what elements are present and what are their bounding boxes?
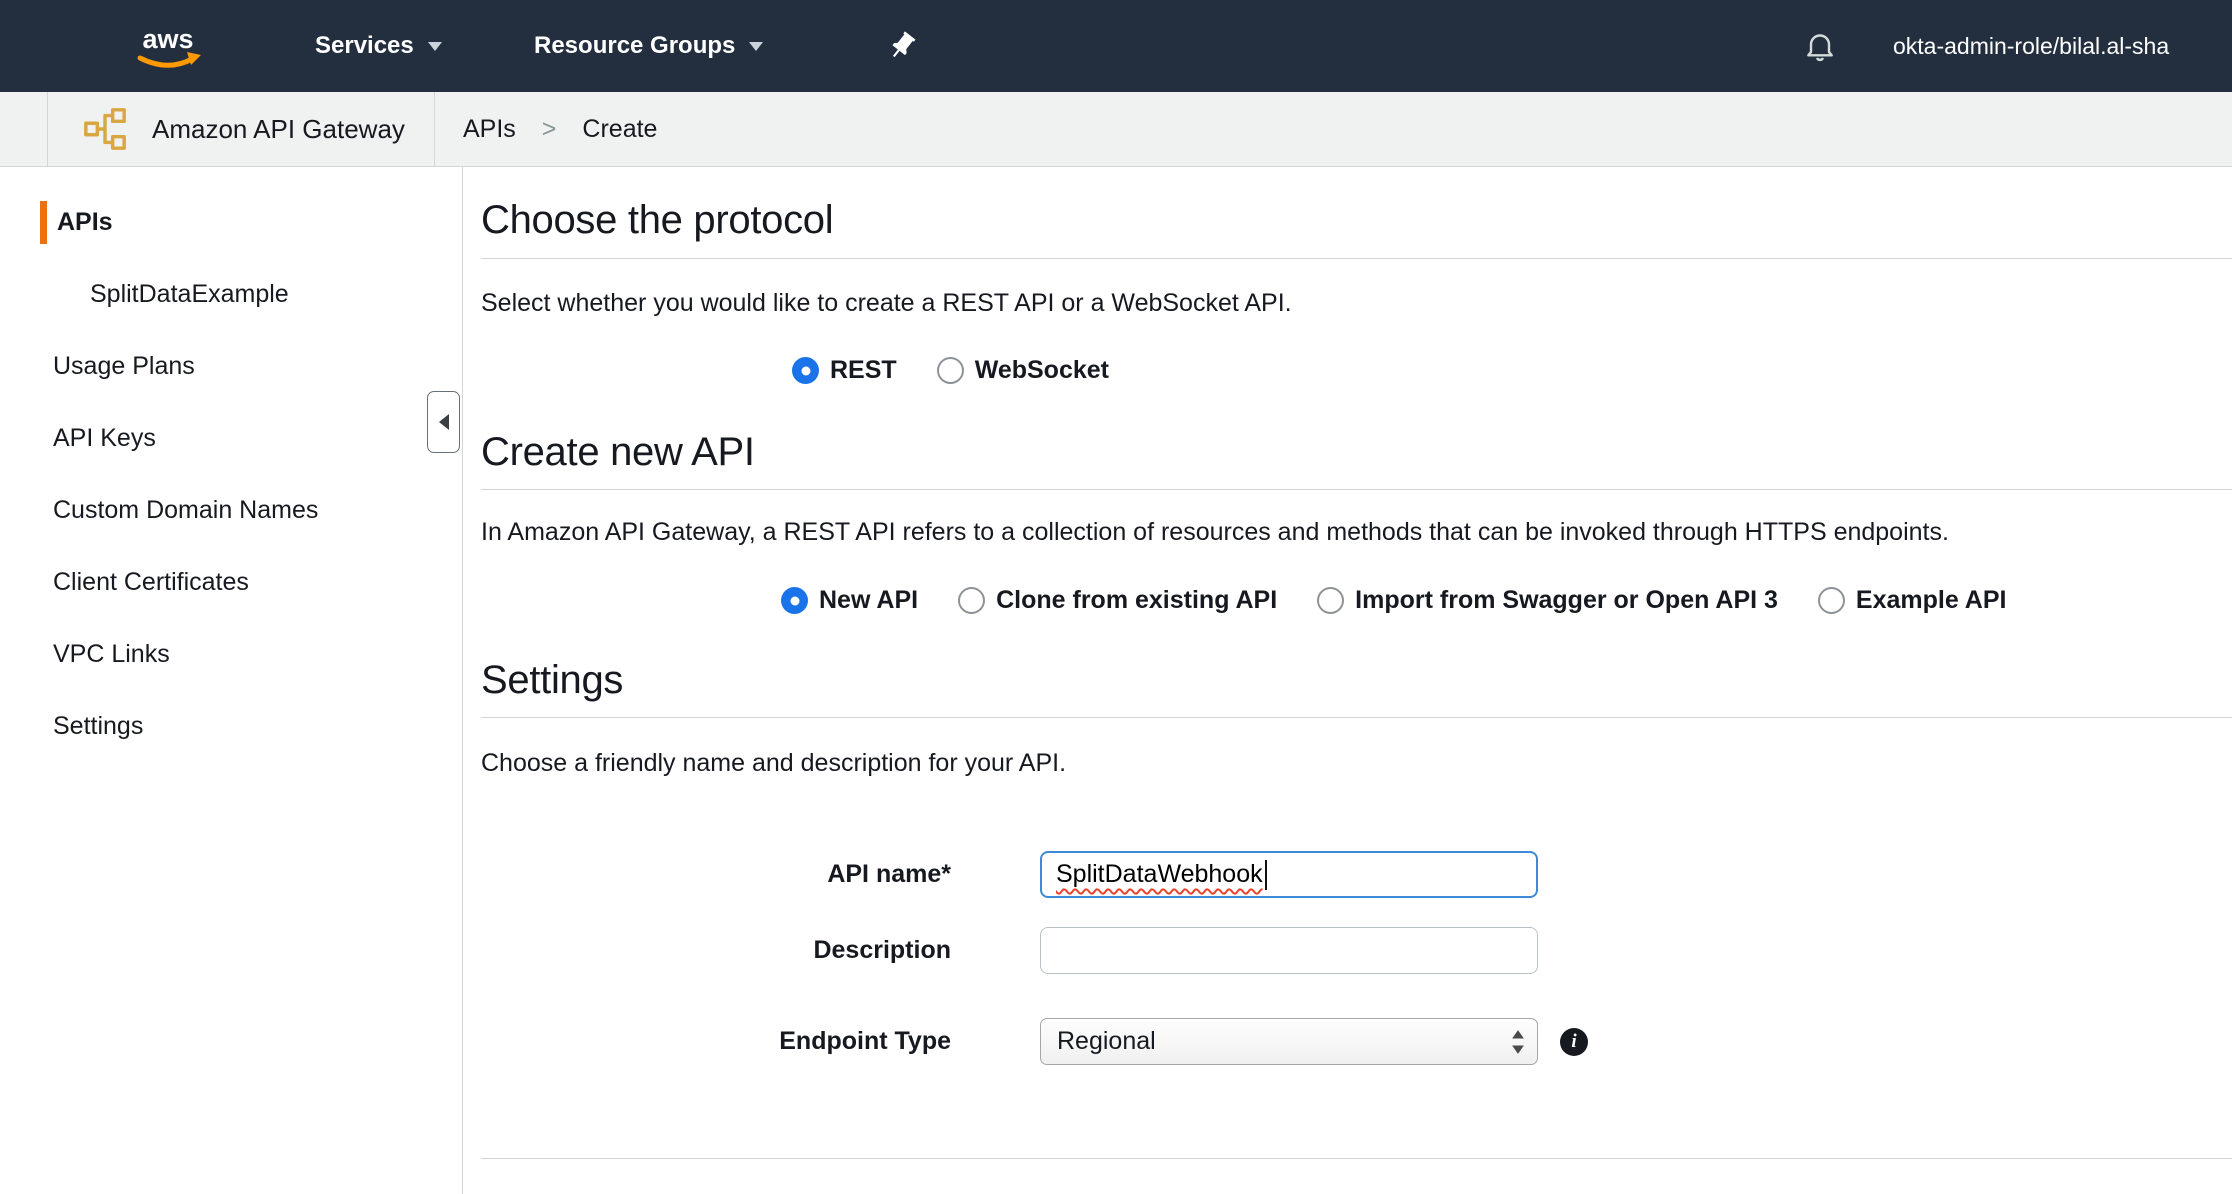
radio-option-new-api[interactable]: New API [781, 586, 918, 615]
api-gateway-icon [82, 106, 128, 152]
resource-groups-menu[interactable]: Resource Groups [534, 0, 763, 92]
endpoint-type-label: Endpoint Type [481, 1027, 951, 1056]
main-content: Choose the protocol Select whether you w… [464, 167, 2232, 1194]
protocol-radio-group: REST WebSocket [792, 356, 2232, 385]
breadcrumb-bar: Amazon API Gateway APIs > Create [0, 92, 2232, 167]
services-label: Services [315, 32, 414, 60]
select-stepper-icon [1511, 1030, 1525, 1054]
service-name[interactable]: Amazon API Gateway [152, 92, 405, 167]
api-name-row: API name* SplitDataWebhook [481, 851, 2232, 898]
section-title-choose-protocol: Choose the protocol [481, 195, 2232, 245]
radio-option-clone-api[interactable]: Clone from existing API [958, 586, 1277, 615]
radio-unchecked-icon [958, 587, 985, 614]
text-cursor [1265, 860, 1267, 890]
info-icon[interactable]: i [1560, 1028, 1588, 1056]
services-menu[interactable]: Services [315, 0, 442, 92]
chevron-down-icon [428, 42, 442, 51]
notifications-bell-icon[interactable] [1802, 0, 1838, 92]
section-title-settings: Settings [481, 655, 2232, 705]
radio-option-example-api[interactable]: Example API [1818, 586, 2007, 615]
radio-unchecked-icon [1317, 587, 1344, 614]
radio-checked-icon [792, 357, 819, 384]
sidebar-item-custom-domain-names[interactable]: Custom Domain Names [0, 474, 462, 546]
breadcrumb-separator: > [542, 115, 557, 144]
settings-form: API name* SplitDataWebhook Description E… [481, 851, 2232, 1065]
api-name-label: API name* [481, 860, 951, 889]
description-label: Description [481, 936, 951, 965]
account-menu[interactable]: okta-admin-role/bilal.al-sha [1893, 0, 2169, 92]
breadcrumb-create: Create [582, 115, 657, 144]
top-nav-bar: aws Services Resource Groups okta-admin-… [0, 0, 2232, 92]
endpoint-type-row: Endpoint Type Regional i [481, 1018, 2232, 1065]
radio-checked-icon [781, 587, 808, 614]
endpoint-type-select[interactable]: Regional [1040, 1018, 1538, 1065]
sidebar-item-client-certificates[interactable]: Client Certificates [0, 546, 462, 618]
breadcrumb: APIs > Create [463, 92, 657, 167]
description-input[interactable] [1040, 927, 1538, 974]
section-title-create-new-api: Create new API [481, 427, 2232, 477]
radio-option-websocket[interactable]: WebSocket [937, 356, 1109, 385]
chevron-down-icon [749, 42, 763, 51]
radio-option-rest[interactable]: REST [792, 356, 897, 385]
api-name-value: SplitDataWebhook [1056, 860, 1263, 889]
resource-groups-label: Resource Groups [534, 32, 735, 60]
divider [481, 489, 2232, 490]
divider [481, 258, 2232, 259]
svg-text:aws: aws [142, 24, 193, 54]
breadcrumb-apis[interactable]: APIs [463, 115, 516, 144]
pin-icon-button[interactable] [886, 0, 918, 92]
sidebar-item-apis[interactable]: APIs [0, 186, 462, 258]
pin-icon [880, 24, 925, 69]
sidebar-collapse-button[interactable] [427, 391, 460, 453]
settings-description: Choose a friendly name and description f… [481, 747, 2232, 780]
sidebar-item-settings[interactable]: Settings [0, 690, 462, 762]
radio-option-import-swagger[interactable]: Import from Swagger or Open API 3 [1317, 586, 1778, 615]
aws-logo[interactable]: aws [126, 20, 210, 72]
sidebar: APIs SplitDataExample Usage Plans API Ke… [0, 167, 463, 1194]
radio-unchecked-icon [937, 357, 964, 384]
api-name-input[interactable]: SplitDataWebhook [1040, 851, 1538, 898]
divider [434, 92, 435, 167]
divider [47, 92, 48, 167]
chevron-left-icon [439, 414, 449, 430]
endpoint-type-value: Regional [1057, 1027, 1156, 1056]
divider [481, 1158, 2232, 1159]
sidebar-item-splitdataexample[interactable]: SplitDataExample [0, 258, 462, 330]
description-row: Description [481, 927, 2232, 974]
account-name: okta-admin-role/bilal.al-sha [1893, 33, 2169, 60]
create-api-description: In Amazon API Gateway, a REST API refers… [481, 516, 2232, 549]
divider [481, 717, 2232, 718]
sidebar-item-vpc-links[interactable]: VPC Links [0, 618, 462, 690]
radio-unchecked-icon [1818, 587, 1845, 614]
sidebar-item-usage-plans[interactable]: Usage Plans [0, 330, 462, 402]
protocol-description: Select whether you would like to create … [481, 287, 2232, 320]
sidebar-item-api-keys[interactable]: API Keys [0, 402, 462, 474]
api-source-radio-group: New API Clone from existing API Import f… [781, 586, 2232, 615]
